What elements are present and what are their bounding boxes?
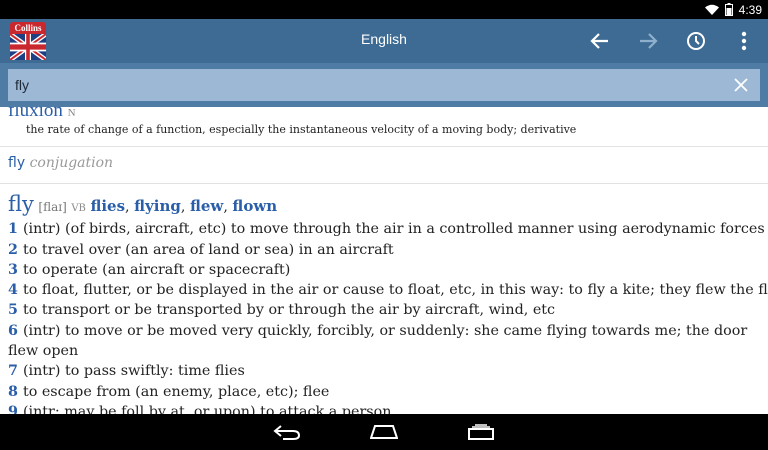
history-icon — [687, 32, 705, 50]
brand-label: Collins — [10, 22, 46, 34]
battery-icon — [724, 3, 733, 16]
sense-number: 2 — [8, 241, 18, 258]
search-bar — [0, 63, 768, 107]
inflection-link[interactable]: flown — [232, 197, 277, 215]
sense-text: to escape from (an enemy, place, etc); f… — [22, 383, 330, 400]
sense-number: 5 — [8, 302, 18, 319]
headword: fly — [8, 192, 34, 216]
part-of-speech: VB — [71, 203, 86, 214]
sense-text: to transport or be transported by or thr… — [22, 302, 556, 319]
collins-logo[interactable]: Collins — [10, 22, 46, 60]
forward-arrow-icon — [640, 33, 658, 49]
sense-number: 4 — [8, 282, 18, 299]
sense-item: 7 (intr) to pass swiftly: time flies — [8, 361, 760, 381]
inflection-link[interactable]: flew — [190, 197, 223, 215]
sense-item: 4 to float, flutter, or be displayed in t… — [8, 280, 768, 300]
sense-item: 9 (intr; may be foll by at, or upon) to a… — [8, 402, 760, 414]
entry-headline: fly [flaɪ] VB flies, flying, flew, flown — [8, 192, 278, 216]
sense-number: 8 — [8, 383, 18, 400]
conjugation-word: fly — [8, 155, 26, 171]
sense-item: 6 (intr) to move or be moved very quickly… — [8, 321, 760, 362]
overflow-menu-button[interactable] — [730, 27, 758, 55]
back-button[interactable] — [586, 27, 614, 55]
sense-text: to operate (an aircraft or spacecraft) — [22, 261, 291, 278]
sense-number: 7 — [8, 363, 18, 380]
dictionary-entry: fly [flaɪ] VB flies, flying, flew, flown… — [8, 192, 768, 415]
conjugation-label: conjugation — [29, 155, 114, 171]
sense-item: 5 to transport or be transported by or th… — [8, 300, 760, 320]
app-bar: Collins English — [0, 19, 768, 63]
sense-text: (intr) to move or be moved very quickly,… — [8, 322, 748, 360]
divider — [0, 183, 768, 184]
sense-item: 3 to operate (an aircraft or spacecraft) — [8, 260, 760, 280]
sense-number: 3 — [8, 261, 18, 278]
search-input[interactable] — [8, 69, 760, 101]
pronunciation: [flaɪ] — [38, 200, 67, 214]
nav-home-button[interactable] — [369, 422, 399, 442]
sense-item: 1 (intr) (of birds, aircraft, etc) to mov… — [8, 219, 765, 239]
sense-text: (intr; may be foll by at, or upon) to at… — [22, 403, 392, 414]
sense-item: 2 to travel over (an area of land or sea)… — [8, 240, 760, 260]
clock: 4:39 — [738, 2, 762, 17]
sense-text: (intr) (of birds, aircraft, etc) to move… — [22, 221, 765, 238]
divider — [0, 146, 768, 147]
nav-home-icon — [370, 425, 398, 439]
sense-number: 1 — [8, 221, 18, 238]
previous-entry-headword[interactable]: fluxion N — [8, 107, 76, 122]
clear-search-button[interactable] — [732, 76, 750, 94]
back-arrow-icon — [590, 33, 608, 49]
clear-icon — [734, 78, 748, 92]
previous-pos: N — [67, 107, 76, 119]
overflow-menu-icon — [741, 31, 747, 51]
sense-text: to travel over (an area of land or sea) … — [22, 241, 394, 258]
history-button[interactable] — [682, 27, 710, 55]
sense-text: (intr) to pass swiftly: time flies — [22, 363, 245, 380]
sense-text: to float, flutter, or be displayed in th… — [22, 282, 768, 299]
inflection-link[interactable]: flying — [134, 197, 181, 215]
forward-button[interactable] — [634, 27, 662, 55]
previous-definition: the rate of change of a function, especi… — [26, 123, 577, 136]
sense-item: 8 to escape from (an enemy, place, etc); … — [8, 382, 760, 402]
sense-number: 6 — [8, 322, 18, 339]
nav-back-icon — [273, 425, 301, 440]
previous-headword: fluxion — [8, 107, 63, 121]
inflection-link[interactable]: flies — [90, 197, 125, 215]
nav-recents-icon — [468, 424, 494, 440]
wifi-icon — [704, 4, 719, 16]
nav-recents-button[interactable] — [466, 422, 496, 442]
status-icons: 4:39 — [704, 2, 762, 17]
nav-back-button[interactable] — [272, 422, 302, 442]
status-bar: 4:39 — [0, 0, 768, 19]
results-pane[interactable]: fluxion N the rate of change of a functi… — [0, 107, 768, 414]
navigation-bar — [0, 414, 768, 450]
flag-icon — [10, 34, 46, 60]
conjugation-link[interactable]: fly conjugation — [8, 155, 113, 171]
sense-number: 9 — [8, 403, 18, 414]
